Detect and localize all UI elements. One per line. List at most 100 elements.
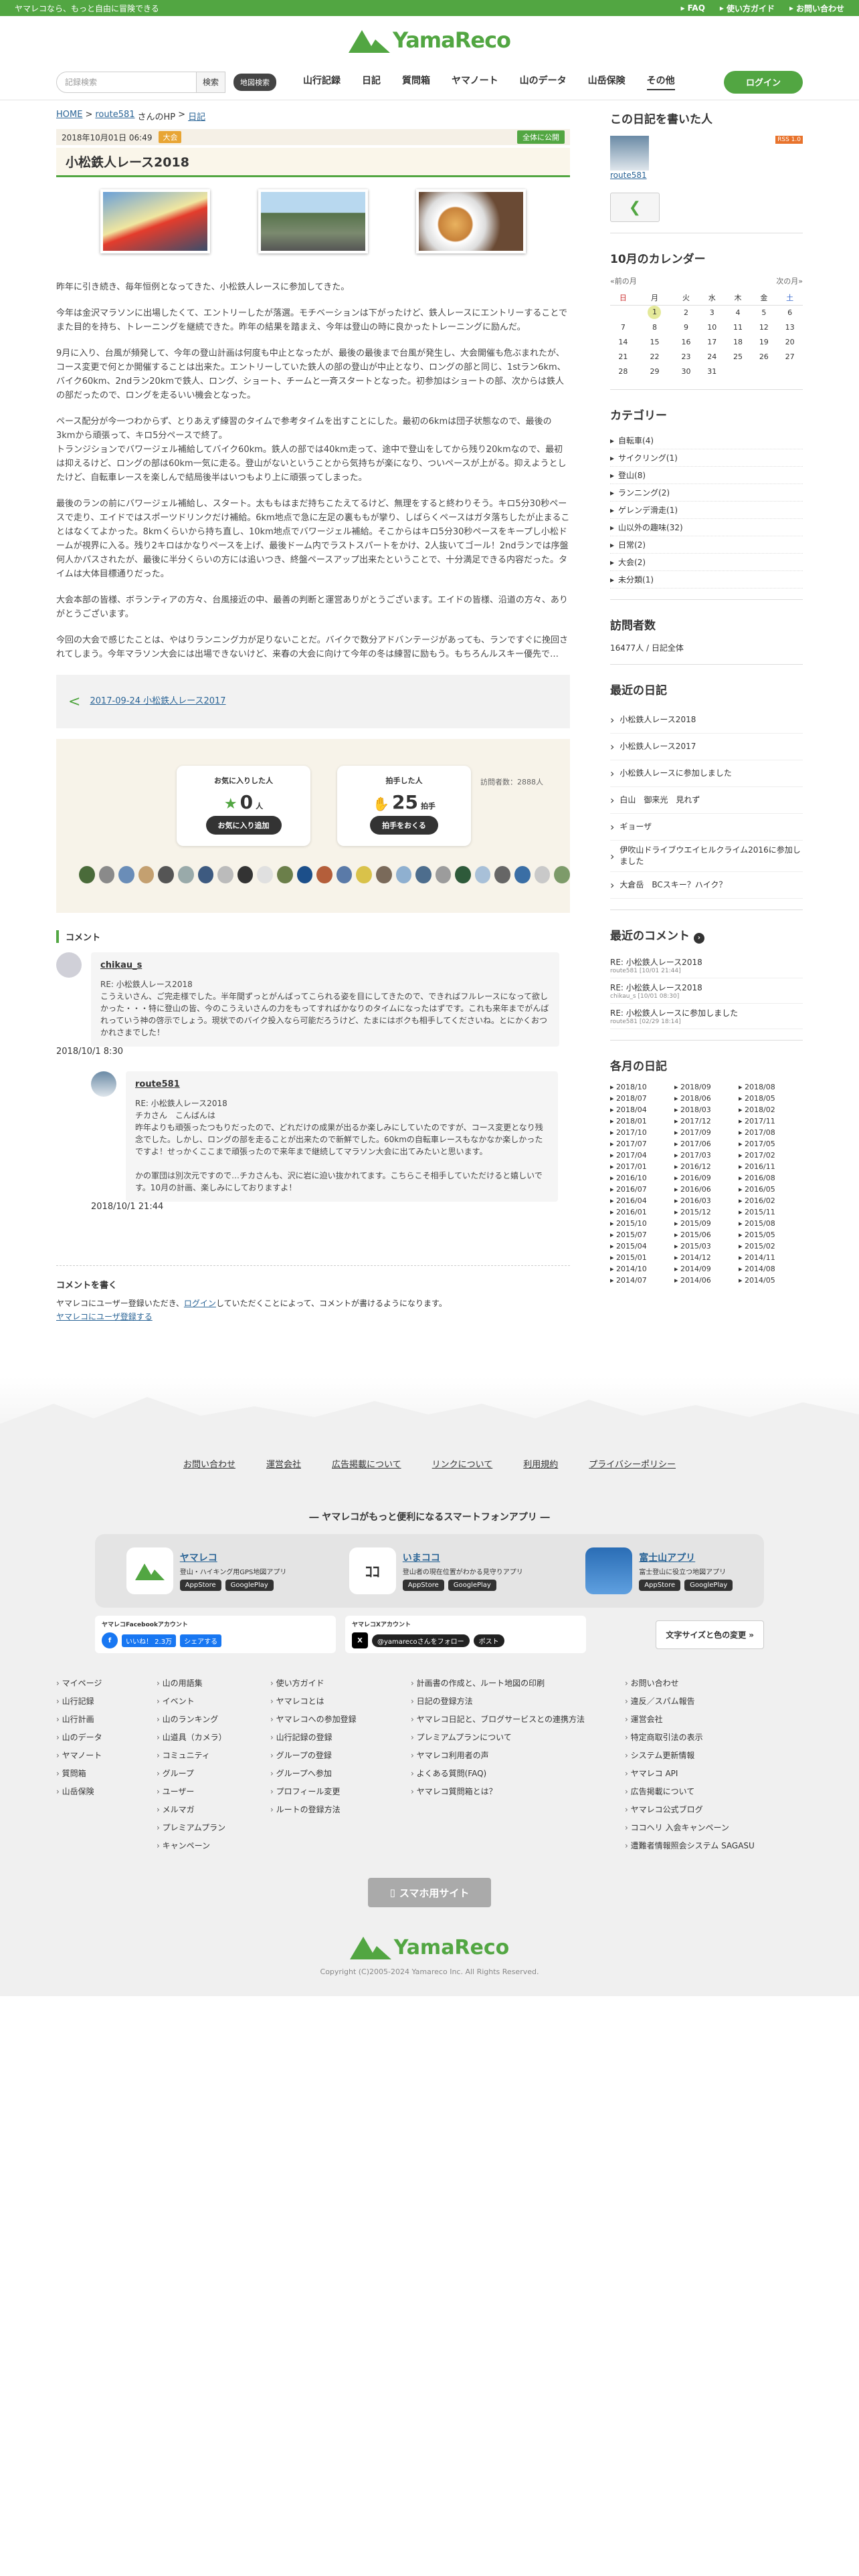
avatar[interactable]: [158, 866, 174, 883]
avatar[interactable]: [534, 866, 551, 883]
footer-link[interactable]: ヤマレコへの参加登録: [270, 1713, 397, 1725]
comment-author[interactable]: route581: [135, 1079, 549, 1089]
nav-other[interactable]: その他: [646, 74, 675, 90]
month-link[interactable]: 2018/05: [739, 1094, 803, 1103]
nav-records[interactable]: 山行記録: [303, 74, 341, 90]
avatar[interactable]: [474, 866, 491, 883]
chevron-right-icon[interactable]: ›: [693, 933, 704, 944]
footer-link[interactable]: ヤマレコ日記と、ブログサービスとの連携方法: [411, 1713, 611, 1725]
month-link[interactable]: 2016/01: [610, 1208, 674, 1216]
footer-link[interactable]: 山行記録の登録: [270, 1731, 397, 1743]
month-link[interactable]: 2016/10: [610, 1174, 674, 1182]
avatar[interactable]: [395, 866, 412, 883]
chevron-left-icon[interactable]: <: [68, 693, 80, 710]
month-link[interactable]: 2016/12: [674, 1162, 739, 1171]
x-post-button[interactable]: ポスト: [473, 1634, 504, 1647]
contact-link[interactable]: ▸ お問い合わせ: [789, 3, 844, 14]
month-link[interactable]: 2015/10: [610, 1219, 674, 1228]
comment-author[interactable]: chikau_s: [100, 960, 550, 970]
googleplay-button[interactable]: GooglePlay: [448, 1580, 496, 1591]
avatar[interactable]: [435, 866, 452, 883]
footer-link[interactable]: お問い合わせ: [183, 1457, 235, 1470]
avatar[interactable]: [217, 866, 233, 883]
month-link[interactable]: 2018/03: [674, 1105, 739, 1114]
footer-link[interactable]: ユーザー: [157, 1786, 257, 1797]
avatar[interactable]: [98, 866, 115, 883]
category-item[interactable]: 大会(2): [610, 554, 803, 571]
bc-home[interactable]: HOME: [56, 110, 82, 122]
month-link[interactable]: 2018/08: [739, 1083, 803, 1091]
photo-thumb[interactable]: [258, 189, 368, 253]
month-link[interactable]: 2017/03: [674, 1151, 739, 1160]
nav-qa[interactable]: 質問箱: [402, 74, 430, 90]
googleplay-button[interactable]: GooglePlay: [225, 1580, 274, 1591]
footer-link[interactable]: マイページ: [56, 1677, 143, 1689]
category-item[interactable]: ゲレンデ滑走(1): [610, 502, 803, 519]
month-link[interactable]: 2015/04: [610, 1242, 674, 1251]
month-link[interactable]: 2016/09: [674, 1174, 739, 1182]
appstore-button[interactable]: AppStore: [179, 1580, 221, 1591]
category-item[interactable]: 山以外の趣味(32): [610, 519, 803, 536]
category-item[interactable]: 日常(2): [610, 536, 803, 554]
nav-yamanote[interactable]: ヤマノート: [452, 74, 498, 90]
footer-link[interactable]: キャンペーン: [157, 1840, 257, 1851]
footer-link[interactable]: 利用規約: [523, 1457, 558, 1470]
footer-link[interactable]: 違反／スパム報告: [625, 1695, 799, 1707]
month-link[interactable]: 2014/07: [610, 1276, 674, 1285]
month-link[interactable]: 2016/02: [739, 1196, 803, 1205]
month-link[interactable]: 2015/12: [674, 1208, 739, 1216]
footer-link[interactable]: 広告掲載について: [332, 1457, 401, 1470]
category-item[interactable]: 登山(8): [610, 467, 803, 484]
footer-link[interactable]: ヤマレコとは: [270, 1695, 397, 1707]
month-link[interactable]: 2017/01: [610, 1162, 674, 1171]
month-link[interactable]: 2014/05: [739, 1276, 803, 1285]
guide-link[interactable]: ▸ 使い方ガイド: [720, 3, 775, 14]
month-link[interactable]: 2014/06: [674, 1276, 739, 1285]
nav-diary[interactable]: 日記: [362, 74, 381, 90]
month-link[interactable]: 2018/02: [739, 1105, 803, 1114]
recent-diary-item[interactable]: 伊吹山ドライブウエイヒルクライム2016に参加しました: [610, 841, 803, 872]
footer-link[interactable]: ヤマレコ API: [625, 1767, 799, 1779]
fujisan-app-icon[interactable]: [585, 1547, 633, 1594]
footer-link[interactable]: 広告掲載について: [625, 1786, 799, 1797]
x-follow-button[interactable]: @yamarecoさんをフォロー: [372, 1634, 470, 1647]
calendar-today[interactable]: 1: [636, 305, 673, 320]
footer-link[interactable]: ヤマノート: [56, 1749, 143, 1761]
avatar[interactable]: [177, 866, 194, 883]
month-link[interactable]: 2014/12: [674, 1253, 739, 1262]
facebook-icon[interactable]: f: [102, 1632, 118, 1648]
month-link[interactable]: 2016/08: [739, 1174, 803, 1182]
site-logo[interactable]: YamaReco: [348, 27, 511, 53]
month-link[interactable]: 2017/02: [739, 1151, 803, 1160]
footer-link[interactable]: 質問箱: [56, 1767, 143, 1779]
add-favorite-button[interactable]: お気に入り追加: [205, 816, 282, 835]
appstore-button[interactable]: AppStore: [639, 1580, 681, 1591]
send-clap-button[interactable]: 拍手をおくる: [370, 816, 438, 835]
month-link[interactable]: 2015/03: [674, 1242, 739, 1251]
author-link[interactable]: route581: [610, 171, 647, 180]
footer-link[interactable]: 使い方ガイド: [270, 1677, 397, 1689]
photo-thumb[interactable]: [416, 189, 526, 253]
fb-share-button[interactable]: シェアする: [180, 1634, 222, 1647]
category-item[interactable]: サイクリング(1): [610, 449, 803, 467]
footer-link[interactable]: コミュニティ: [157, 1749, 257, 1761]
footer-link[interactable]: システム更新情報: [625, 1749, 799, 1761]
footer-link[interactable]: 山のランキング: [157, 1713, 257, 1725]
month-link[interactable]: 2014/08: [739, 1265, 803, 1273]
month-link[interactable]: 2017/04: [610, 1151, 674, 1160]
avatar[interactable]: [455, 866, 471, 883]
map-search-button[interactable]: 地図検索: [233, 73, 277, 91]
avatar[interactable]: [197, 866, 214, 883]
appstore-button[interactable]: AppStore: [402, 1580, 444, 1591]
footer-link[interactable]: 遭難者情報照会システム SAGASU: [625, 1840, 799, 1851]
footer-link[interactable]: メルマガ: [157, 1804, 257, 1815]
footer-link[interactable]: プレミアムプラン: [157, 1822, 257, 1833]
recent-diary-item[interactable]: 小松鉄人レース2018: [610, 707, 803, 734]
footer-link[interactable]: ヤマレコ質問箱とは？: [411, 1786, 611, 1797]
footer-link[interactable]: ルートの登録方法: [270, 1804, 397, 1815]
month-link[interactable]: 2017/09: [674, 1128, 739, 1137]
bc-diary[interactable]: 日記: [188, 110, 205, 122]
footer-link[interactable]: 特定商取引法の表示: [625, 1731, 799, 1743]
footer-link[interactable]: お問い合わせ: [625, 1677, 799, 1689]
month-link[interactable]: 2016/11: [739, 1162, 803, 1171]
